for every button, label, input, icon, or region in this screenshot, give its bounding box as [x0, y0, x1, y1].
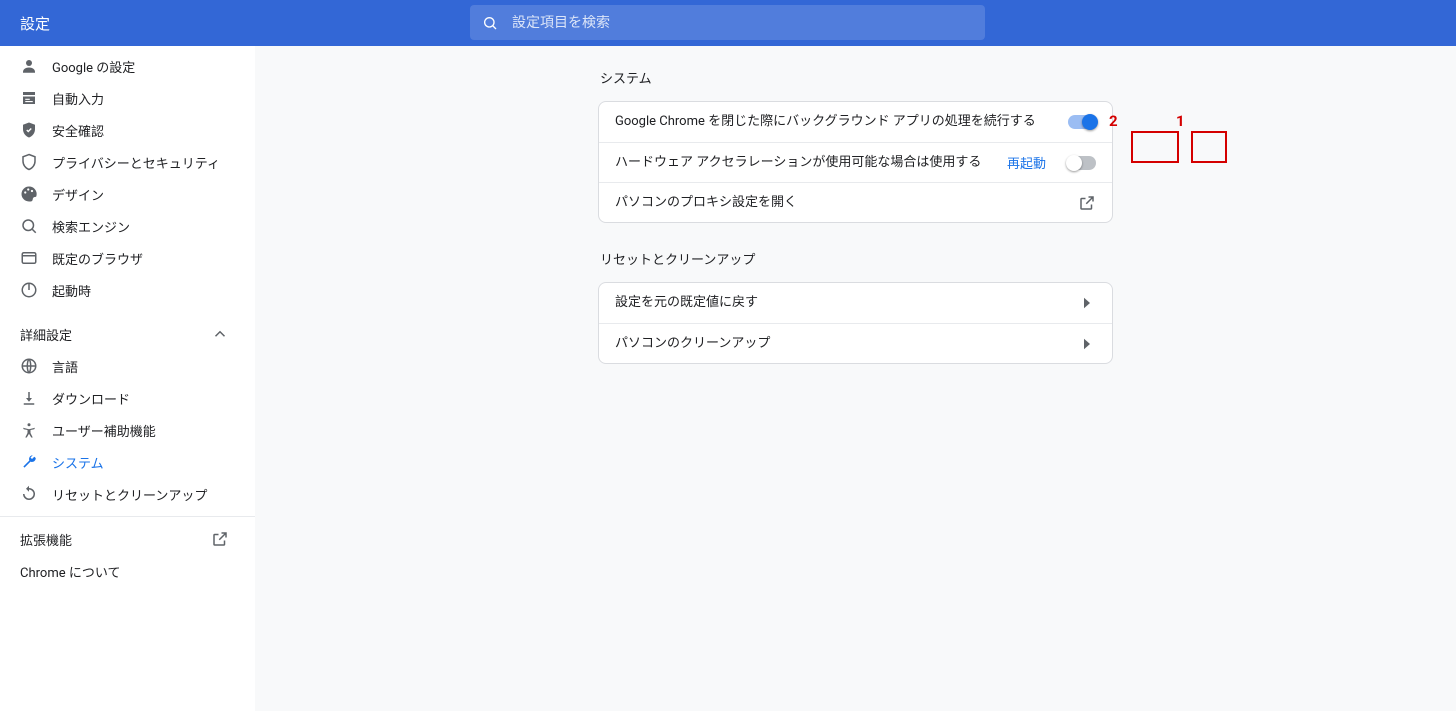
search-input[interactable] — [512, 15, 973, 31]
sidebar-item-download[interactable]: ダウンロード — [0, 382, 245, 414]
row-label: 設定を元の既定値に戻す — [615, 294, 1078, 312]
row-reset-defaults[interactable]: 設定を元の既定値に戻す — [599, 283, 1112, 323]
extensions-label: 拡張機能 — [20, 530, 72, 549]
search-icon — [20, 217, 52, 235]
sidebar-label: デザイン — [52, 185, 104, 204]
sidebar-item-autofill[interactable]: 自動入力 — [0, 82, 245, 114]
row-label: Google Chrome を閉じた際にバックグラウンド アプリの処理を続行する — [615, 113, 1068, 131]
sidebar-label: 検索エンジン — [52, 217, 130, 236]
sidebar-label: 自動入力 — [52, 89, 104, 108]
sidebar-advanced-toggle[interactable]: 詳細設定 — [0, 318, 255, 350]
power-icon — [20, 281, 52, 299]
row-cleanup[interactable]: パソコンのクリーンアップ — [599, 323, 1112, 363]
sidebar-item-about[interactable]: Chrome について — [0, 555, 255, 587]
shield-icon — [20, 153, 52, 171]
chevron-up-icon — [211, 325, 229, 343]
accessibility-icon — [20, 421, 52, 439]
person-icon — [20, 57, 52, 75]
sidebar-label: システム — [52, 453, 104, 472]
palette-icon — [20, 185, 52, 203]
chevron-right-icon — [1078, 294, 1096, 312]
sidebar-label: 言語 — [52, 357, 78, 376]
sidebar-label: Google の設定 — [52, 57, 135, 76]
wrench-icon — [20, 453, 52, 471]
sidebar-label: ダウンロード — [52, 389, 130, 408]
row-label: パソコンのクリーンアップ — [615, 335, 1078, 353]
sidebar-label: プライバシーとセキュリティ — [52, 153, 220, 172]
toggle-hardware-accel[interactable] — [1068, 156, 1096, 170]
advanced-label: 詳細設定 — [20, 325, 72, 344]
sidebar-item-search[interactable]: 検索エンジン — [0, 210, 245, 242]
sidebar-label: 起動時 — [52, 281, 91, 300]
app-title: 設定 — [0, 13, 50, 34]
browser-icon — [20, 249, 52, 267]
autofill-icon — [20, 89, 52, 107]
restart-link[interactable]: 再起動 — [1007, 153, 1046, 172]
shield-check-icon — [20, 121, 52, 139]
row-proxy[interactable]: パソコンのプロキシ設定を開く — [599, 182, 1112, 222]
sidebar-item-system[interactable]: システム — [0, 446, 245, 478]
external-link-icon — [1078, 194, 1096, 212]
external-link-icon — [211, 530, 229, 548]
sidebar: Google の設定 自動入力 安全確認 プライバシーとセキュリティ デザイン … — [0, 46, 255, 711]
sidebar-item-accessibility[interactable]: ユーザー補助機能 — [0, 414, 245, 446]
row-label: パソコンのプロキシ設定を開く — [615, 194, 1078, 212]
sidebar-item-privacy[interactable]: プライバシーとセキュリティ — [0, 146, 245, 178]
system-section-title: システム — [598, 68, 1113, 101]
reset-section-title: リセットとクリーンアップ — [598, 249, 1113, 282]
globe-icon — [20, 357, 52, 375]
sidebar-item-design[interactable]: デザイン — [0, 178, 245, 210]
about-label: Chrome について — [20, 562, 120, 581]
top-bar: 設定 — [0, 0, 1456, 46]
annotation-box-1 — [1191, 131, 1227, 163]
row-background-apps[interactable]: Google Chrome を閉じた際にバックグラウンド アプリの処理を続行する — [599, 102, 1112, 142]
row-hardware-accel[interactable]: ハードウェア アクセラレーションが使用可能な場合は使用する 再起動 — [599, 142, 1112, 182]
sidebar-item-extensions[interactable]: 拡張機能 — [0, 523, 255, 555]
chevron-right-icon — [1078, 335, 1096, 353]
sidebar-label: 既定のブラウザ — [52, 249, 143, 268]
search-icon — [482, 15, 498, 31]
download-icon — [20, 389, 52, 407]
system-card: Google Chrome を閉じた際にバックグラウンド アプリの処理を続行する… — [598, 101, 1113, 223]
sidebar-item-safety[interactable]: 安全確認 — [0, 114, 245, 146]
sidebar-item-reset[interactable]: リセットとクリーンアップ — [0, 478, 245, 510]
toggle-background-apps[interactable] — [1068, 115, 1096, 129]
annotation-label-1: 1 — [1176, 112, 1185, 130]
row-label: ハードウェア アクセラレーションが使用可能な場合は使用する — [615, 154, 1007, 172]
sidebar-item-google[interactable]: Google の設定 — [0, 50, 245, 82]
reset-card: 設定を元の既定値に戻す パソコンのクリーンアップ — [598, 282, 1113, 364]
search-box[interactable] — [470, 5, 985, 40]
sidebar-item-default-browser[interactable]: 既定のブラウザ — [0, 242, 245, 274]
main-content: システム Google Chrome を閉じた際にバックグラウンド アプリの処理… — [255, 46, 1456, 711]
sidebar-label: 安全確認 — [52, 121, 104, 140]
sidebar-label: ユーザー補助機能 — [52, 421, 156, 440]
sidebar-item-language[interactable]: 言語 — [0, 350, 245, 382]
sidebar-label: リセットとクリーンアップ — [52, 485, 207, 504]
sidebar-item-startup[interactable]: 起動時 — [0, 274, 245, 306]
annotation-box-2 — [1131, 131, 1179, 163]
reset-icon — [20, 485, 52, 503]
